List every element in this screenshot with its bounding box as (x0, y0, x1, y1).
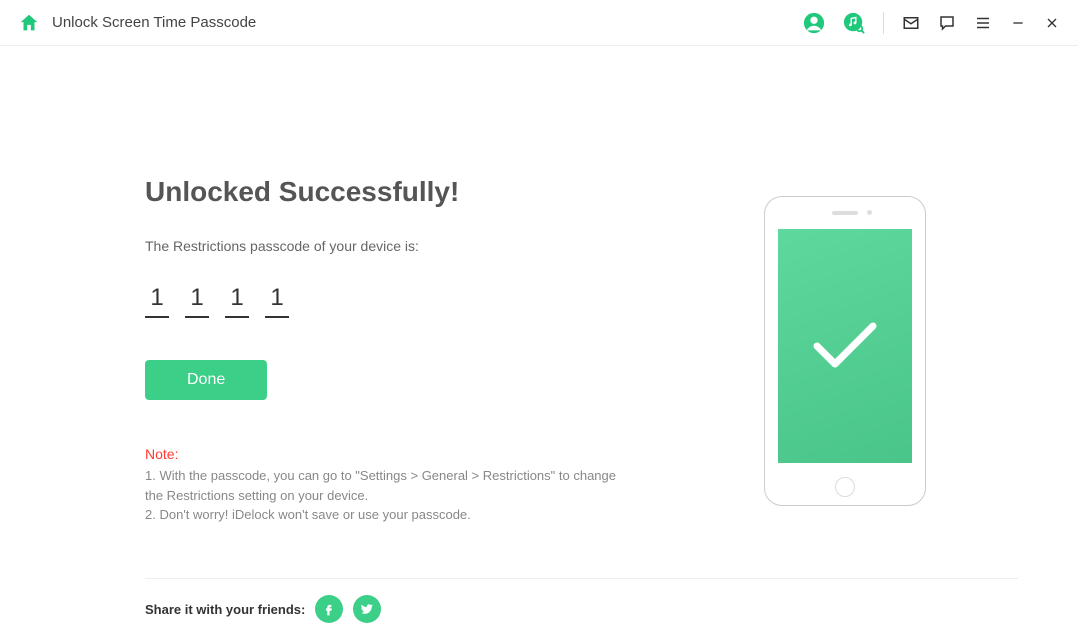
music-search-icon[interactable] (843, 12, 865, 34)
note-line-1: 1. With the passcode, you can go to "Set… (145, 466, 625, 505)
app-title: Unlock Screen Time Passcode (52, 14, 256, 31)
passcode-digit: 1 (185, 284, 209, 318)
mail-icon[interactable] (902, 14, 920, 32)
home-icon[interactable] (18, 12, 40, 34)
phone-home-button (835, 477, 855, 497)
note-label: Note: (145, 446, 625, 462)
account-icon[interactable] (803, 12, 825, 34)
passcode-subtext: The Restrictions passcode of your device… (145, 238, 625, 254)
phone-illustration (764, 196, 926, 506)
footer: Share it with your friends: (145, 578, 1018, 623)
phone-speaker (832, 211, 858, 215)
main-content: Unlocked Successfully! The Restrictions … (0, 46, 1078, 525)
menu-icon[interactable] (974, 14, 992, 32)
passcode-digit: 1 (145, 284, 169, 318)
facebook-icon[interactable] (315, 595, 343, 623)
passcode-digit: 1 (225, 284, 249, 318)
passcode-digit: 1 (265, 284, 289, 318)
note-line-2: 2. Don't worry! iDelock won't save or us… (145, 505, 625, 525)
passcode-display: 1 1 1 1 (145, 284, 625, 318)
twitter-icon[interactable] (353, 595, 381, 623)
phone-screen (778, 229, 912, 463)
chat-icon[interactable] (938, 14, 956, 32)
minimize-icon[interactable] (1010, 15, 1026, 31)
share-label: Share it with your friends: (145, 602, 305, 617)
titlebar: Unlock Screen Time Passcode (0, 0, 1078, 46)
close-icon[interactable] (1044, 15, 1060, 31)
success-heading: Unlocked Successfully! (145, 176, 625, 208)
checkmark-icon (805, 316, 885, 376)
phone-camera (867, 210, 872, 215)
done-button[interactable]: Done (145, 360, 267, 400)
toolbar-divider (883, 12, 884, 34)
